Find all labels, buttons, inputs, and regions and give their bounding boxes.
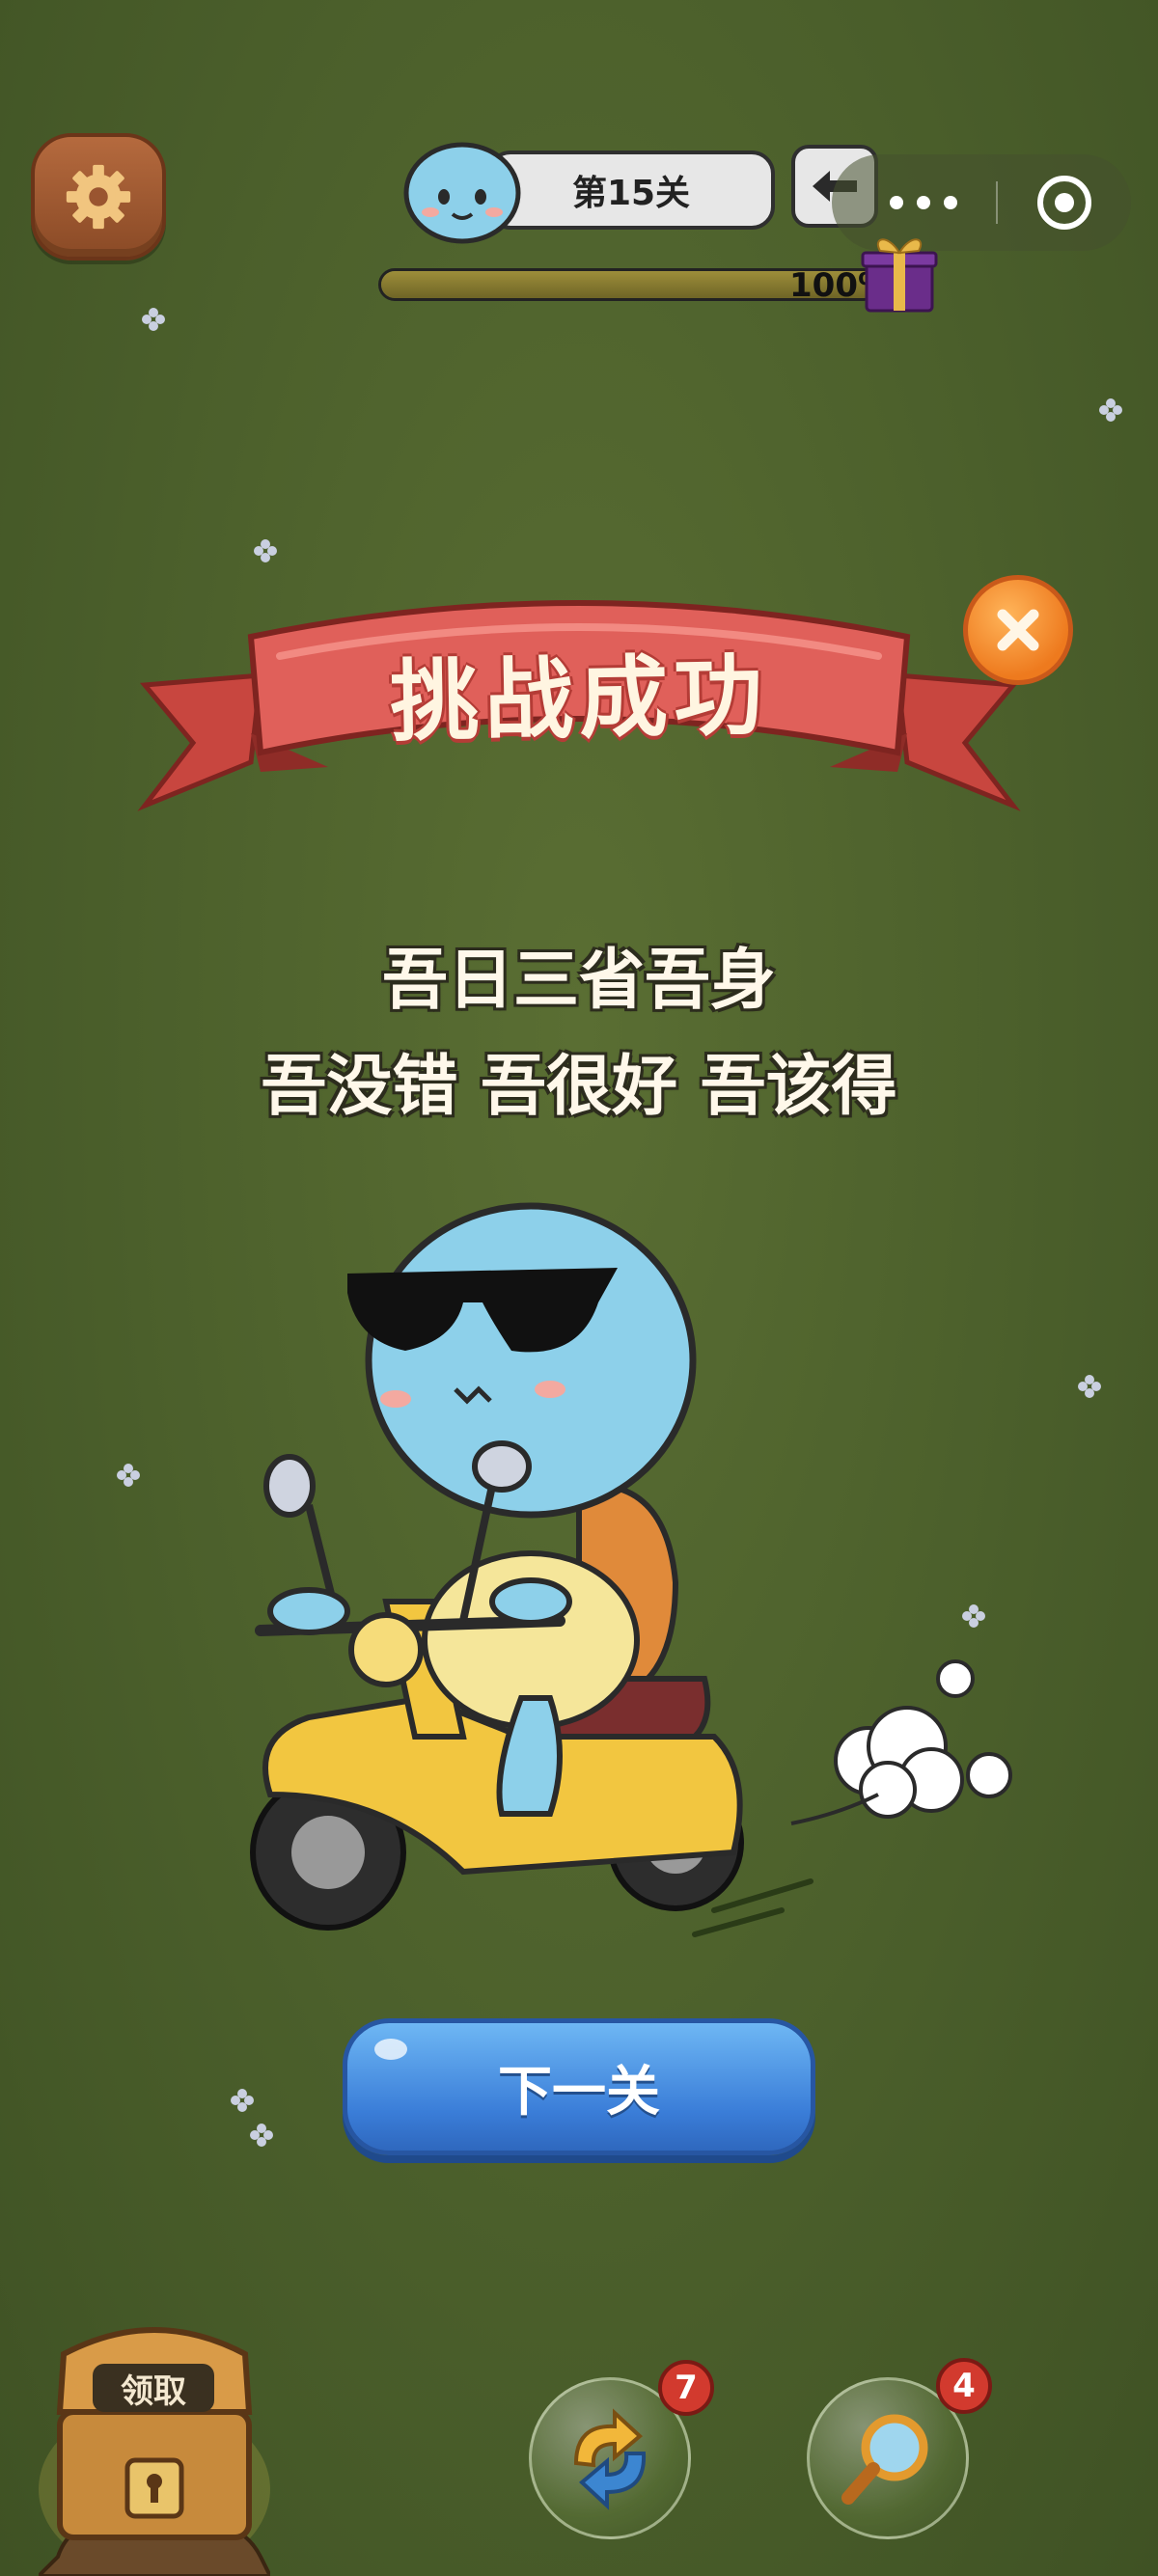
next-level-button[interactable]: 下一关 xyxy=(343,2018,815,2155)
button-shine xyxy=(374,2039,407,2060)
quote-line-1: 吾日三省吾身 xyxy=(381,943,776,1019)
gift-box-icon[interactable] xyxy=(859,228,940,315)
magnifier-icon xyxy=(841,2414,928,2505)
gear-icon xyxy=(66,164,131,230)
more-dot xyxy=(917,196,930,209)
flower-decoration xyxy=(231,2089,254,2112)
level-label: 第15关 xyxy=(571,174,691,213)
close-icon xyxy=(997,609,1039,651)
exhaust-cloud xyxy=(834,1659,1012,1819)
flower-decoration xyxy=(117,1464,140,1487)
level-indicator: 第15关 xyxy=(487,151,775,230)
claim-label: 领取 xyxy=(93,2364,214,2412)
flower-decoration xyxy=(1078,1375,1101,1398)
turtle-scooter-illustration xyxy=(250,1202,1012,1937)
more-dot xyxy=(944,196,957,209)
capsule-close-button[interactable] xyxy=(998,173,1131,233)
next-level-label: 下一关 xyxy=(498,2060,660,2124)
close-button[interactable] xyxy=(963,575,1073,685)
target-icon xyxy=(1037,176,1091,230)
more-button[interactable] xyxy=(832,196,996,209)
more-dots-icon xyxy=(890,196,903,209)
flower-decoration xyxy=(142,308,165,331)
refresh-icon xyxy=(573,2408,647,2510)
flower-decoration xyxy=(250,2124,273,2147)
flower-decoration xyxy=(254,539,277,562)
banner-title: 挑战成功 xyxy=(389,644,770,754)
quote-line-2: 吾没错 吾很好 吾该得 xyxy=(261,1049,897,1125)
refresh-count-badge: 7 xyxy=(658,2360,714,2416)
settings-button[interactable] xyxy=(31,133,166,260)
flower-decoration xyxy=(1099,398,1122,422)
magnifier-count-badge: 4 xyxy=(936,2358,992,2414)
treasure-chest-icon[interactable] xyxy=(39,2316,270,2576)
turtle-avatar-icon xyxy=(403,142,521,244)
